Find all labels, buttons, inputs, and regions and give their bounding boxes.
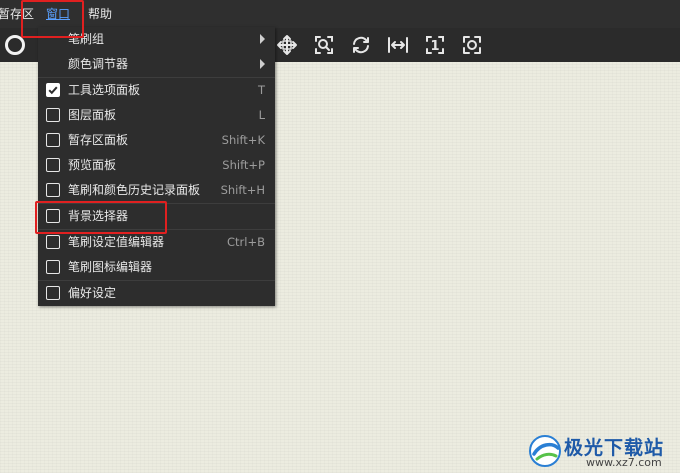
watermark-url: www.xz7.com — [586, 456, 662, 469]
menu-item-shortcut: T — [257, 83, 265, 97]
menu-help[interactable]: 帮助 — [88, 7, 112, 21]
checkbox[interactable] — [46, 158, 60, 172]
menu-item-label: 偏好设定 — [68, 286, 117, 300]
menu-item-shortcut: L — [258, 108, 265, 122]
zoom-icon[interactable] — [312, 33, 336, 57]
menu-item-shortcut: Shift+H — [220, 183, 265, 197]
rotate-icon[interactable] — [349, 33, 373, 57]
menu-item-label: 预览面板 — [68, 158, 117, 172]
watermark-logo-icon — [529, 435, 561, 467]
actual-size-icon[interactable]: 1 — [423, 33, 447, 57]
checkbox[interactable] — [46, 286, 60, 300]
menu-item-shortcut: Ctrl+B — [227, 235, 265, 249]
brush-size-icon[interactable] — [5, 35, 25, 55]
submenu-arrow-icon — [260, 34, 265, 44]
menu-item-label: 工具选项面板 — [68, 83, 141, 97]
menu-item-preferences[interactable]: 偏好设定 — [38, 281, 275, 306]
menu-bar: 暂存区 窗口 帮助 — [0, 0, 680, 28]
fullscreen-icon[interactable] — [460, 33, 484, 57]
menu-item-layers-panel[interactable]: 图层面板 L — [38, 103, 275, 128]
menu-item-label: 颜色调节器 — [68, 57, 129, 71]
checkbox[interactable] — [46, 235, 60, 249]
highlight-box-background-selector — [35, 201, 167, 234]
actual-size-glyph: 1 — [430, 39, 439, 54]
menu-item-label: 暂存区面板 — [68, 133, 129, 147]
checkbox[interactable] — [46, 183, 60, 197]
highlight-box-window-menu — [21, 0, 84, 38]
menu-item-label: 笔刷图标编辑器 — [68, 260, 153, 274]
checkbox[interactable] — [46, 108, 60, 122]
checkmark-icon — [48, 86, 58, 95]
checkbox[interactable] — [46, 133, 60, 147]
submenu-arrow-icon — [260, 59, 265, 69]
menu-item-label: 笔刷和颜色历史记录面板 — [68, 183, 201, 197]
menu-item-label: 笔刷设定值编辑器 — [68, 235, 165, 249]
checkbox-checked[interactable] — [46, 83, 60, 97]
checkbox[interactable] — [46, 260, 60, 274]
menu-item-brush-icon-editor[interactable]: 笔刷图标编辑器 — [38, 255, 275, 280]
window-menu-dropdown: 笔刷组 颜色调节器 工具选项面板 T 图层面板 L 暂存区面板 Shift+K … — [38, 27, 275, 306]
menu-item-shortcut: Shift+P — [222, 158, 265, 172]
menu-item-preview-panel[interactable]: 预览面板 Shift+P — [38, 153, 275, 178]
menu-item-shortcut: Shift+K — [221, 133, 265, 147]
move-icon[interactable] — [275, 33, 299, 57]
fit-width-icon[interactable] — [386, 33, 410, 57]
menu-item-scratchpad-panel[interactable]: 暂存区面板 Shift+K — [38, 128, 275, 153]
menu-item-tool-options-panel[interactable]: 工具选项面板 T — [38, 78, 275, 103]
menu-item-color-adjuster[interactable]: 颜色调节器 — [38, 52, 275, 77]
watermark: 极光下载站 www.xz7.com — [528, 433, 674, 469]
menu-item-label: 图层面板 — [68, 108, 117, 122]
menu-item-brush-color-history-panel[interactable]: 笔刷和颜色历史记录面板 Shift+H — [38, 178, 275, 203]
